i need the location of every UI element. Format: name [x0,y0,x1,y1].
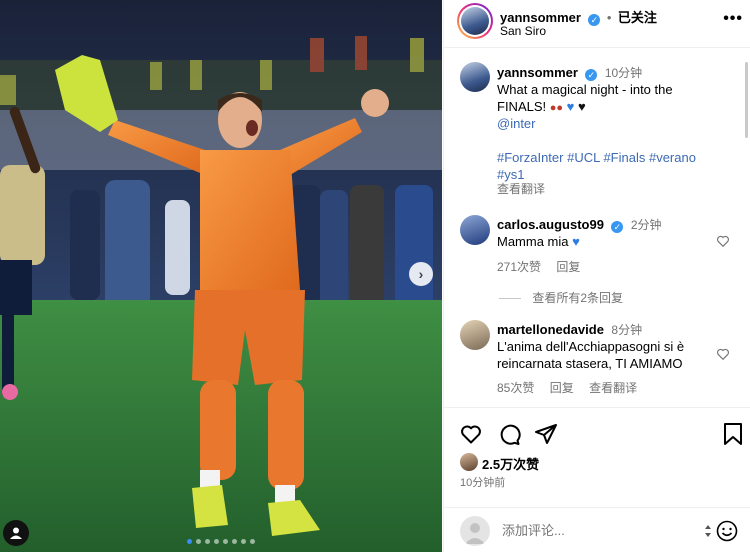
hashtags-line1[interactable]: #ForzaInter #UCL #Finals #verano [497,150,696,165]
comment-text-line1: L'anima dell'Acchiappasogni si è [497,339,685,354]
emoji-cherries: ●● [549,102,564,114]
comment-like-icon[interactable] [716,234,730,248]
like-icon[interactable] [459,422,483,446]
caption-username[interactable]: yannsommer [497,65,578,80]
carousel-dot [232,539,237,544]
bookmark-icon[interactable] [722,422,744,446]
tagged-users-button[interactable] [3,520,29,546]
post-likes-count[interactable]: 2.5万次赞 [482,454,539,473]
comment-text: Mamma mia [497,234,569,249]
replies-divider [499,298,521,300]
post-actions: 2.5万次赞 10分钟前 [444,407,750,507]
emoji-black-heart: ♥ [578,99,586,114]
comment-translate-link[interactable]: 查看翻译 [589,381,637,395]
verified-icon: ✓ [611,221,624,233]
comment-input[interactable] [502,523,682,538]
person-icon [465,523,485,544]
author-username[interactable]: yannsommer [500,10,581,25]
carousel-dot [223,539,228,544]
emoji-icon[interactable] [716,520,738,542]
caption-translate-link[interactable]: 查看翻译 [497,180,545,197]
comment-reply-button[interactable]: 回复 [550,381,574,395]
comment-reply-button[interactable]: 回复 [556,260,580,274]
separator: • [606,10,612,25]
comment-time: 2分钟 [630,218,662,232]
comment-avatar[interactable] [460,320,490,350]
comment-bar [444,507,750,552]
view-replies-link[interactable]: 查看所有2条回复 [532,291,623,305]
next-photo-button[interactable]: › [409,262,433,286]
caption-time: 10分钟 [604,66,643,80]
person-icon [10,527,22,539]
carousel-dot [187,539,192,544]
post-details-panel: yannsommer ✓ • 已关注 San Siro ••• yannsomm… [443,0,750,552]
carousel-dot [196,539,201,544]
emoji-blue-heart: ♥ [572,234,580,249]
post-time: 10分钟前 [460,477,506,489]
comment-avatar[interactable] [460,215,490,245]
emoji-blue-heart: ♥ [566,99,575,114]
author-avatar[interactable] [457,3,493,39]
post-photo[interactable]: › [0,0,442,552]
more-options-icon[interactable]: ••• [723,10,743,28]
carousel-dot [241,539,246,544]
share-icon[interactable] [534,422,558,446]
follow-status-button[interactable]: 已关注 [618,10,657,25]
comment-likes[interactable]: 85次赞 [497,381,534,395]
verified-icon: ✓ [585,69,598,81]
verified-icon: ✓ [588,14,601,26]
comment-icon[interactable] [497,422,521,446]
scroll-arrows-icon[interactable] [704,524,712,538]
liker-avatar[interactable] [460,453,478,471]
comment-time: 8分钟 [611,323,643,337]
carousel-dot [205,539,210,544]
location-link[interactable]: San Siro [500,24,546,38]
caption-avatar[interactable] [460,62,490,92]
comment-text-line2: reincarnata stasera, TI AMIAMO [497,356,683,371]
carousel-indicator [187,539,255,544]
current-user-avatar [460,516,490,546]
carousel-dot [214,539,219,544]
comment-likes[interactable]: 271次赞 [497,260,541,274]
mention-link[interactable]: @inter [497,116,536,131]
caption-text-line2: FINALS! [497,99,547,114]
post-header: yannsommer ✓ • 已关注 San Siro ••• [444,0,750,48]
comment-username[interactable]: carlos.augusto99 [497,217,604,232]
caption-text-line1: What a magical night - into the [497,82,673,97]
celebration-photo [0,0,442,552]
carousel-dot [250,539,255,544]
chevron-right-icon: › [418,266,424,282]
comment-like-icon[interactable] [716,347,730,361]
comment-username[interactable]: martellonedavide [497,322,604,337]
scrollbar[interactable] [745,62,748,138]
